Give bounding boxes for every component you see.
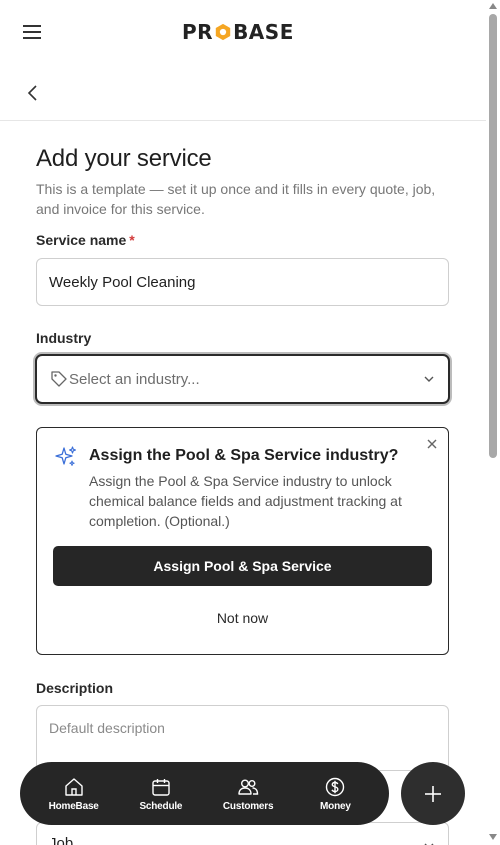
industry-label: Industry [36,330,92,346]
navigation-bar [0,64,486,121]
suggestion-title: Assign the Pool & Spa Service industry? [89,447,399,464]
probase-logo[interactable]: PR BASE [182,20,294,44]
home-icon [64,777,83,796]
nav-item-homebase[interactable]: HomeBase [34,776,114,812]
chevron-down-icon [424,376,434,382]
bottom-navigation: HomeBase Schedule Customers Money [20,762,389,825]
type-select-value: Job [49,835,74,845]
plus-icon [425,785,441,802]
nav-item-schedule[interactable]: Schedule [121,776,201,812]
description-label: Description [36,680,114,696]
service-name-input[interactable] [36,258,449,306]
service-name-label-text: Service name [36,232,127,248]
nav-label: Customers [222,800,274,812]
sparkles-icon [55,446,77,466]
logo-hexagon-icon [215,23,231,41]
suggestion-body: Assign the Pool & Spa Service industry t… [89,473,402,529]
logo-text-left: PR [182,20,214,44]
add-fab-button[interactable] [401,762,465,825]
close-icon[interactable] [426,438,438,450]
page-subtitle: This is a template — set it up once and … [36,181,436,217]
industry-suggestion-card: Assign the Pool & Spa Service industry? … [36,427,449,655]
nav-label: Schedule [139,800,183,812]
nav-label: Money [320,800,351,812]
nav-item-money[interactable]: Money [295,776,375,812]
logo-text-right: BASE [233,20,294,44]
page-title: Add your service [36,145,212,172]
top-bar: PR BASE [0,0,486,64]
type-select[interactable]: Job [36,822,449,845]
nav-item-customers[interactable]: Customers [208,776,288,812]
required-marker: * [129,232,135,248]
industry-select[interactable]: Select an industry... [35,354,450,404]
industry-select-placeholder: Select an industry... [69,370,200,388]
nav-label: HomeBase [48,800,99,812]
back-chevron-icon[interactable] [22,82,44,104]
dollar-icon [326,777,345,796]
scrollbar-thumb[interactable] [489,14,497,458]
tag-icon [51,371,67,387]
hamburger-menu-icon[interactable] [20,22,44,42]
calendar-icon [152,778,170,796]
assign-industry-button[interactable]: Assign Pool & Spa Service [53,546,432,586]
scroll-up-arrow-icon[interactable] [489,3,497,9]
scrollbar[interactable] [486,0,500,845]
scroll-down-arrow-icon[interactable] [489,834,497,840]
service-name-label: Service name * [36,232,135,248]
chevron-down-icon [424,843,434,845]
not-now-button[interactable]: Not now [53,600,432,636]
users-icon [238,778,259,795]
